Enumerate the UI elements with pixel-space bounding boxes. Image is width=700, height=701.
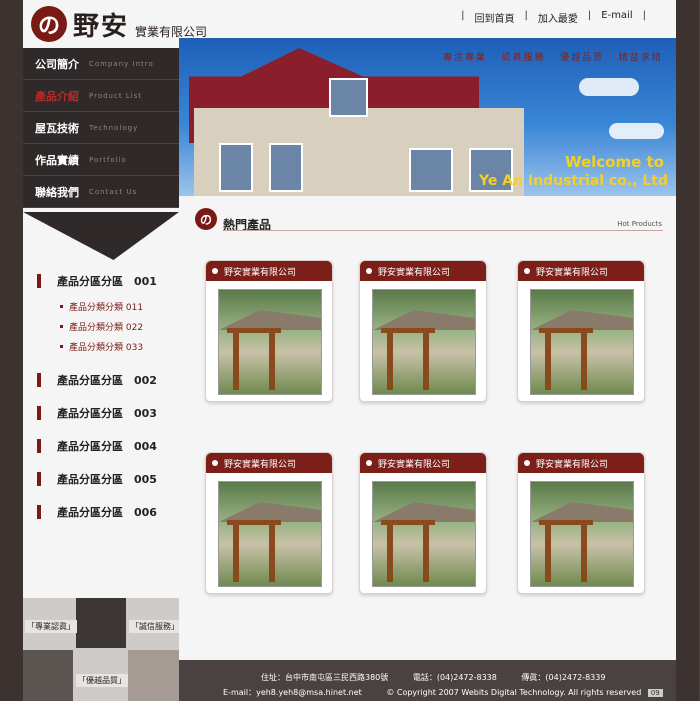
right-frame — [676, 0, 699, 701]
category-001[interactable]: 產品分區分區 001 — [37, 273, 157, 289]
page: の 野安 實業有限公司 | 回到首頁 | 加入最愛 | E-mail | Wel… — [23, 0, 676, 701]
logo-mark-icon: の — [31, 6, 67, 42]
top-links: | 回到首頁 | 加入最愛 | E-mail | — [461, 10, 646, 25]
product-image[interactable] — [218, 289, 322, 395]
nav-item-contact[interactable]: 聯絡我們 Contact Us — [23, 176, 179, 208]
category-002[interactable]: 產品分區分區 002 — [37, 372, 157, 388]
category-006[interactable]: 產品分區分區 006 — [37, 504, 157, 520]
product-title: 野安實業有限公司 — [536, 267, 609, 278]
thumb-label-service[interactable]: 「誠信服務」 — [129, 620, 179, 633]
company-en-text: Ye An Industrial co., Ltd — [479, 173, 668, 189]
thumb-image — [128, 650, 179, 701]
subcategory-033[interactable]: 產品分類分類 033 — [60, 340, 143, 353]
bullet-icon — [524, 460, 530, 466]
hot-products-en: Hot Products — [617, 220, 662, 228]
category-marker-icon — [37, 439, 41, 453]
left-frame — [0, 0, 23, 701]
bullet-icon — [366, 268, 372, 274]
add-favorite-link[interactable]: 加入最愛 — [538, 10, 578, 25]
main-nav: 公司簡介 Company Intro 產品介紹 Product List 屋瓦技術 T… — [23, 48, 179, 208]
email-link[interactable]: E-mail — [601, 10, 632, 25]
nav-item-portfolio[interactable]: 作品實績 Portfolio — [23, 144, 179, 176]
cloud-shape — [609, 123, 664, 139]
logo-text: 野安 — [73, 11, 130, 42]
window-shape — [409, 148, 453, 192]
footer-address: 住址：台中市南屯區三民西路380號 — [261, 673, 389, 682]
product-title: 野安實業有限公司 — [378, 459, 451, 470]
welcome-text: Welcome to — [564, 153, 664, 171]
product-title: 野安實業有限公司 — [224, 459, 297, 470]
bullet-icon — [60, 345, 63, 348]
bullet-icon — [60, 325, 63, 328]
bullet-icon — [366, 460, 372, 466]
category-marker-icon — [37, 274, 41, 288]
bullet-icon — [60, 305, 63, 308]
subcategory-022[interactable]: 產品分類分類 022 — [60, 320, 143, 333]
thumb-label-professional[interactable]: 「專業認眞」 — [25, 620, 77, 633]
divider — [223, 230, 663, 231]
company-name: 實業有限公司 — [135, 24, 208, 39]
product-card[interactable]: 野安實業有限公司 — [205, 452, 333, 594]
category-marker-icon — [37, 505, 41, 519]
cloud-shape — [579, 78, 639, 96]
category-004[interactable]: 產品分區分區 004 — [37, 438, 157, 454]
nav-item-company-intro[interactable]: 公司簡介 Company Intro — [23, 48, 179, 80]
window-shape — [269, 143, 303, 192]
bullet-icon — [212, 460, 218, 466]
category-marker-icon — [37, 472, 41, 486]
footer: 住址：台中市南屯區三民西路380號 電話：(04)2472-8338 傳眞：(0… — [179, 660, 676, 701]
nav-item-technology[interactable]: 屋瓦技術 Technology — [23, 112, 179, 144]
product-title: 野安實業有限公司 — [224, 267, 297, 278]
footer-copyright: © Copyright 2007 Webits Digital Technolo… — [386, 688, 642, 697]
bullet-icon — [524, 268, 530, 274]
category-marker-icon — [37, 373, 41, 387]
product-card[interactable]: 野安實業有限公司 — [359, 260, 487, 402]
nav-triangle-decoration — [23, 212, 179, 260]
product-title: 野安實業有限公司 — [536, 459, 609, 470]
hot-products-icon: の — [195, 208, 217, 230]
footer-phone: 電話：(04)2472-8338 — [412, 673, 497, 682]
product-card[interactable]: 野安實業有限公司 — [205, 260, 333, 402]
window-shape — [329, 78, 368, 117]
category-marker-icon — [37, 406, 41, 420]
product-card[interactable]: 野安實業有限公司 — [359, 452, 487, 594]
product-image[interactable] — [218, 481, 322, 587]
product-image[interactable] — [530, 289, 634, 395]
category-003[interactable]: 產品分區分區 003 — [37, 405, 157, 421]
footer-email[interactable]: E-mail：yeh8.yeh8@msa.hinet.net — [223, 688, 362, 697]
subcategory-011[interactable]: 產品分類分類 011 — [60, 300, 143, 313]
product-title: 野安實業有限公司 — [378, 267, 451, 278]
footer-badge: 09 — [647, 689, 663, 697]
product-image[interactable] — [372, 481, 476, 587]
product-card[interactable]: 野安實業有限公司 — [517, 260, 645, 402]
slogan: 專注專業 · 認眞服務 · 優越品質 · 精益求精 — [443, 53, 663, 63]
product-image[interactable] — [372, 289, 476, 395]
nav-item-product-list[interactable]: 產品介紹 Product List — [23, 80, 179, 112]
thumb-image — [76, 598, 126, 648]
product-image[interactable] — [530, 481, 634, 587]
home-link[interactable]: 回到首頁 — [475, 10, 515, 25]
window-shape — [219, 143, 253, 192]
footer-fax: 傳眞：(04)2472-8339 — [521, 673, 606, 682]
product-card[interactable]: 野安實業有限公司 — [517, 452, 645, 594]
thumb-image — [23, 650, 73, 701]
category-005[interactable]: 產品分區分區 005 — [37, 471, 157, 487]
bullet-icon — [212, 268, 218, 274]
side-thumbnails: 「專業認眞」 「誠信服務」 「優越品質」 — [23, 598, 179, 701]
thumb-label-quality[interactable]: 「優越品質」 — [76, 674, 128, 687]
